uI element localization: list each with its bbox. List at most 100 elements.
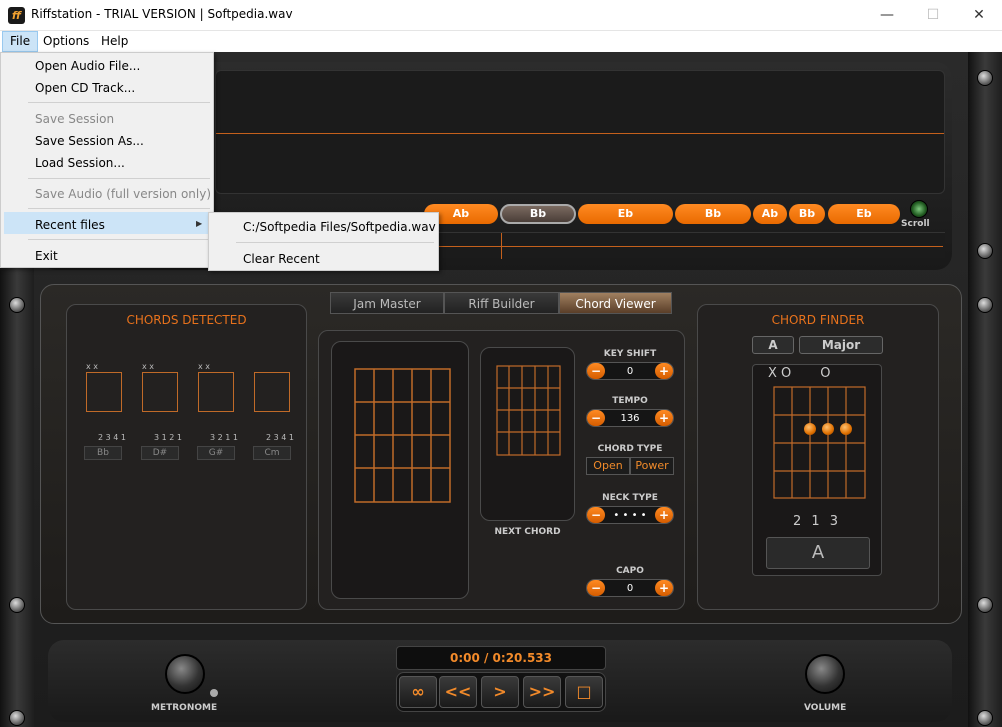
menu-file[interactable]: File — [2, 31, 39, 52]
detected-chord-button[interactable]: Bb — [84, 446, 122, 460]
tempo-minus-button[interactable]: − — [587, 410, 605, 426]
capo-label: CAPO — [616, 566, 644, 576]
neck-type-minus-button[interactable]: − — [587, 507, 605, 523]
chord-type-open-button[interactable]: Open — [586, 457, 630, 475]
capo-stepper: − 0 + — [586, 579, 674, 597]
menu-item-open-audio[interactable]: Open Audio File... — [35, 59, 140, 73]
menu-help[interactable]: Help — [94, 31, 135, 52]
chord-top-markers: x x — [142, 362, 155, 371]
key-shift-value: 0 — [626, 365, 634, 377]
chord-finder-fingering: 2 1 3 — [792, 514, 842, 529]
fast-forward-button[interactable]: >> — [523, 676, 561, 708]
screw-icon — [977, 597, 993, 613]
menu-bar: File Options Help — [0, 31, 1002, 52]
capo-plus-button[interactable]: + — [655, 580, 673, 596]
chord-fingering: 3 1 2 1 — [154, 433, 182, 442]
scroll-label: Scroll — [901, 219, 930, 229]
chord-top-markers: x x — [86, 362, 99, 371]
chord-finder-root-select[interactable]: A — [752, 336, 794, 354]
tempo-label: TEMPO — [612, 396, 648, 406]
menu-item-load-session[interactable]: Load Session... — [35, 156, 125, 170]
time-display: 0:00 / 0:20.533 — [396, 646, 606, 670]
chord-top-markers: x x — [198, 362, 211, 371]
chord-diagram-dsharp[interactable] — [142, 372, 178, 412]
chord-pill[interactable]: Bb — [789, 204, 825, 224]
capo-value: 0 — [626, 582, 634, 594]
next-chord-grid — [496, 365, 561, 456]
chord-pill[interactable]: Eb — [828, 204, 900, 224]
chord-diagram-cm[interactable] — [254, 372, 290, 412]
menu-separator — [28, 178, 210, 179]
waveform-baseline — [216, 133, 944, 134]
menu-separator — [28, 208, 210, 209]
close-button[interactable]: ✕ — [956, 0, 1002, 31]
finger-dot — [840, 423, 852, 435]
key-shift-stepper: − 0 + — [586, 362, 674, 380]
tempo-stepper: − 136 + — [586, 409, 674, 427]
chord-finder-grid — [773, 386, 866, 499]
neck-type-plus-button[interactable]: + — [655, 507, 673, 523]
detected-chord-button[interactable]: G# — [197, 446, 235, 460]
chord-finder-title: CHORD FINDER — [771, 313, 865, 327]
detected-chord-button[interactable]: Cm — [253, 446, 291, 460]
stop-button[interactable]: □ — [565, 676, 603, 708]
waveform-display[interactable] — [215, 70, 945, 194]
clear-recent-item[interactable]: Clear Recent — [243, 252, 320, 266]
screw-icon — [977, 70, 993, 86]
key-shift-minus-button[interactable]: − — [587, 363, 605, 379]
minimize-button[interactable]: — — [864, 0, 910, 31]
neck-type-label: NECK TYPE — [602, 493, 658, 503]
menu-item-save-session: Save Session — [35, 112, 115, 126]
volume-knob[interactable] — [805, 654, 845, 694]
tab-riff-builder[interactable]: Riff Builder — [444, 292, 559, 314]
capo-minus-button[interactable]: − — [587, 580, 605, 596]
menu-separator — [236, 242, 434, 243]
detected-chord-button[interactable]: D# — [141, 446, 179, 460]
window-title: Riffstation - TRIAL VERSION | Softpedia.… — [31, 7, 293, 21]
right-rack-rail — [968, 52, 1002, 727]
screw-icon — [9, 597, 25, 613]
chord-pill-selected[interactable]: Bb — [500, 204, 576, 224]
next-chord-label: NEXT CHORD — [494, 527, 561, 537]
app-icon: ff — [8, 7, 25, 24]
screw-icon — [977, 297, 993, 313]
menu-item-exit[interactable]: Exit — [35, 249, 58, 263]
chord-finder-quality-select[interactable]: Major — [799, 336, 883, 354]
rewind-button[interactable]: << — [439, 676, 477, 708]
menu-options[interactable]: Options — [36, 31, 96, 52]
neck-type-stepper: − • • • • + — [586, 506, 674, 524]
recent-file-item[interactable]: C:/Softpedia Files/Softpedia.wav — [243, 220, 436, 234]
chord-pill[interactable]: Bb — [675, 204, 751, 224]
chord-diagram-bb[interactable] — [86, 372, 122, 412]
play-button[interactable]: > — [481, 676, 519, 708]
tab-jam-master[interactable]: Jam Master — [330, 292, 444, 314]
menu-item-open-cd[interactable]: Open CD Track... — [35, 81, 135, 95]
scroll-toggle[interactable] — [910, 200, 928, 218]
finger-dot — [804, 423, 816, 435]
chord-diagram-gsharp[interactable] — [198, 372, 234, 412]
volume-label: VOLUME — [804, 703, 847, 713]
chord-fingering: 2 3 4 1 — [266, 433, 294, 442]
tab-chord-viewer[interactable]: Chord Viewer — [559, 292, 672, 314]
chord-type-power-button[interactable]: Power — [630, 457, 674, 475]
chord-pill[interactable]: Eb — [578, 204, 673, 224]
playhead[interactable] — [501, 233, 502, 259]
screw-icon — [977, 710, 993, 726]
metronome-label: METRONOME — [151, 703, 218, 713]
key-shift-plus-button[interactable]: + — [655, 363, 673, 379]
menu-separator — [28, 239, 210, 240]
metronome-knob[interactable] — [165, 654, 205, 694]
menu-separator — [28, 102, 210, 103]
key-shift-label: KEY SHIFT — [603, 349, 657, 359]
maximize-button[interactable]: ☐ — [910, 0, 956, 31]
chord-fingering: 3 2 1 1 — [210, 433, 238, 442]
neck-type-value: • • • • — [613, 509, 647, 521]
tempo-plus-button[interactable]: + — [655, 410, 673, 426]
chord-pill[interactable]: Ab — [753, 204, 787, 224]
chord-fingering: 2 3 4 1 — [98, 433, 126, 442]
loop-button[interactable]: ∞ — [399, 676, 437, 708]
menu-item-save-session-as[interactable]: Save Session As... — [35, 134, 144, 148]
open-string-markers: X O O — [768, 366, 831, 381]
title-bar: ff Riffstation - TRIAL VERSION | Softped… — [0, 0, 1002, 31]
chord-finder-name: A — [766, 537, 870, 569]
